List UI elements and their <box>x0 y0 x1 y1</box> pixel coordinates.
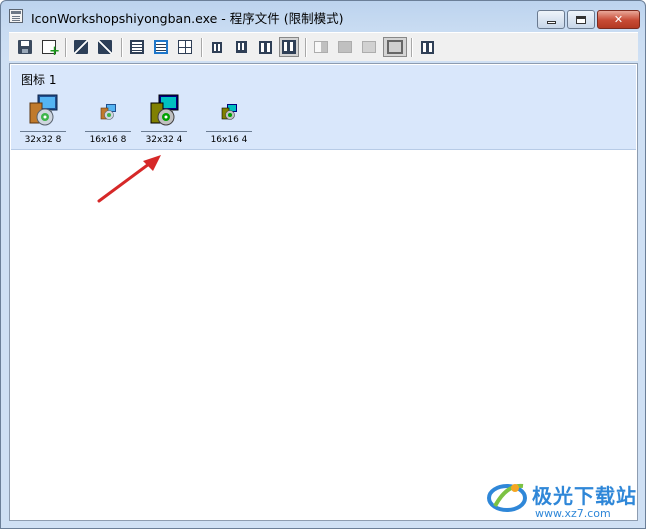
size-24-button[interactable] <box>231 37 251 57</box>
background-icon <box>314 41 328 53</box>
properties-button[interactable] <box>95 37 115 57</box>
minimize-button[interactable] <box>537 10 565 29</box>
app-window: IconWorkshopshiyongban.exe - 程序文件 (限制模式)… <box>0 0 646 529</box>
size-16-button[interactable] <box>207 37 227 57</box>
edit-icon <box>74 40 88 54</box>
watermark-text: 极光下载站 <box>532 484 637 508</box>
size-small-icon <box>235 41 247 53</box>
size-32-button[interactable] <box>255 37 275 57</box>
add-image-icon <box>42 40 60 59</box>
watermark-url: www.xz7.com <box>535 507 611 520</box>
icon-list-panel[interactable]: 图标 1 32x32 8 16x16 8 32x32 4 16x16 4 <box>9 63 638 521</box>
frame-icon <box>130 40 144 54</box>
toolbar-separator <box>411 38 413 57</box>
window-title: IconWorkshopshiyongban.exe - 程序文件 (限制模式) <box>31 11 344 26</box>
toolbar-separator <box>65 38 67 57</box>
icon-label: 16x16 4 <box>206 131 252 145</box>
grid-icon <box>178 40 192 54</box>
frame-button[interactable] <box>127 37 147 57</box>
size-small-icon <box>212 41 222 53</box>
background-icon <box>362 41 376 53</box>
annotation-arrow <box>97 155 161 203</box>
background-button-4[interactable] <box>383 37 407 57</box>
background-button-3[interactable] <box>359 37 379 57</box>
minimize-icon <box>546 21 556 24</box>
icon-image-16x16-4[interactable]: 16x16 4 <box>206 89 252 145</box>
icon-image-32x32-4[interactable]: 32x32 4 <box>141 89 187 145</box>
background-icon <box>338 41 352 53</box>
installer-icon <box>150 94 179 126</box>
group-title: 图标 1 <box>21 73 57 87</box>
watermark: 极光下载站 www.xz7.com <box>485 476 645 526</box>
toolbar-separator <box>201 38 203 57</box>
background-button-1[interactable] <box>311 37 331 57</box>
background-icon <box>387 40 403 54</box>
watermark-logo-icon <box>487 483 527 512</box>
close-button[interactable]: ✕ <box>597 10 640 29</box>
icon-image-16x16-8[interactable]: 16x16 8 <box>85 89 131 145</box>
installer-icon <box>100 104 116 120</box>
icon-label: 32x32 8 <box>20 131 66 145</box>
grid-button[interactable] <box>175 37 195 57</box>
background-button-2[interactable] <box>335 37 355 57</box>
toolbar <box>9 32 638 61</box>
view-button[interactable] <box>417 37 437 57</box>
frame-color-button[interactable] <box>151 37 171 57</box>
frame-color-icon <box>154 40 168 54</box>
toolbar-separator <box>305 38 307 57</box>
properties-icon <box>98 40 112 54</box>
title-bar[interactable]: IconWorkshopshiyongban.exe - 程序文件 (限制模式)… <box>1 1 645 31</box>
installer-icon <box>221 104 237 120</box>
save-button[interactable] <box>15 37 35 57</box>
size-medium-icon <box>258 40 272 54</box>
app-icon[interactable] <box>9 9 23 23</box>
icon-label: 32x32 4 <box>141 131 187 145</box>
edit-button[interactable] <box>71 37 91 57</box>
size-48-button[interactable] <box>279 37 299 57</box>
toolbar-separator <box>121 38 123 57</box>
icon-group[interactable]: 图标 1 32x32 8 16x16 8 32x32 4 16x16 4 <box>11 65 636 150</box>
add-image-button[interactable] <box>39 37 60 59</box>
maximize-button[interactable] <box>567 10 595 29</box>
close-icon: ✕ <box>613 13 624 26</box>
icon-label: 16x16 8 <box>85 131 131 145</box>
view-icon <box>420 40 434 54</box>
maximize-icon <box>576 15 586 24</box>
size-large-icon <box>282 40 296 54</box>
icon-image-32x32-8[interactable]: 32x32 8 <box>20 89 66 145</box>
installer-icon <box>29 94 58 126</box>
save-icon <box>18 40 32 54</box>
